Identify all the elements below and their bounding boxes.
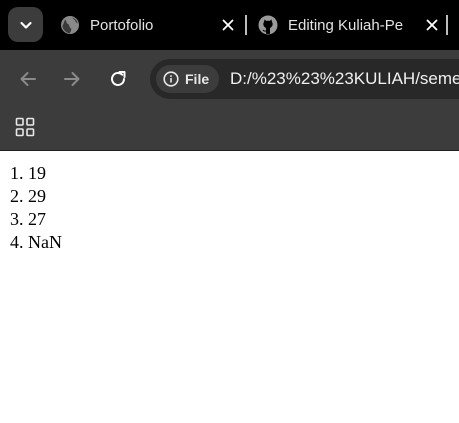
list-item-index: 2. — [10, 186, 24, 206]
tab-search-button[interactable] — [8, 7, 43, 42]
arrow-right-icon — [64, 72, 80, 86]
reload-button[interactable] — [106, 67, 130, 91]
back-button[interactable] — [16, 67, 40, 91]
results-list: 1. 19 2. 29 3. 27 4. NaN — [10, 162, 62, 254]
tab-title: Editing Kuliah-Pe — [288, 16, 404, 34]
arrow-left-icon — [20, 72, 36, 86]
tab-strip: Portofolio Editing Kuliah-Pe — [0, 0, 459, 50]
list-item-value: 19 — [28, 163, 46, 183]
bookmarks-bar — [0, 108, 459, 150]
list-item: 4. NaN — [10, 231, 62, 254]
list-item-index: 1. — [10, 163, 24, 183]
apps-button[interactable] — [14, 116, 36, 138]
list-item: 3. 27 — [10, 208, 62, 231]
tab-divider — [245, 15, 247, 35]
list-item-index: 4. — [10, 232, 24, 252]
site-chip-label: File — [185, 71, 210, 87]
github-icon — [258, 15, 278, 35]
list-item: 2. 29 — [10, 185, 62, 208]
reload-icon — [111, 71, 126, 86]
close-icon[interactable] — [424, 17, 440, 33]
list-item-value: 27 — [28, 209, 46, 229]
info-icon — [163, 71, 179, 87]
tab-portofolio[interactable]: Portofolio — [50, 0, 246, 50]
site-info-chip[interactable]: File — [156, 65, 219, 93]
globe-icon — [60, 15, 80, 35]
close-icon[interactable] — [220, 17, 236, 33]
list-item-value: 29 — [28, 186, 46, 206]
browser-window: Portofolio Editing Kuliah-Pe File D:/%23… — [0, 0, 459, 423]
address-bar[interactable]: File D:/%23%23%23KULIAH/seme — [150, 59, 459, 99]
list-item-value: NaN — [28, 232, 62, 252]
toolbar: File D:/%23%23%23KULIAH/seme — [0, 50, 459, 108]
list-item: 1. 19 — [10, 162, 62, 185]
tab-editing-kuliah[interactable]: Editing Kuliah-Pe — [248, 0, 459, 50]
apps-grid-icon — [15, 117, 35, 137]
page-content: 1. 19 2. 29 3. 27 4. NaN — [0, 150, 459, 423]
url-text[interactable]: D:/%23%23%23KULIAH/seme — [230, 69, 459, 89]
tab-title: Portofolio — [90, 16, 154, 34]
tab-divider — [446, 15, 448, 35]
list-item-index: 3. — [10, 209, 24, 229]
forward-button[interactable] — [60, 67, 84, 91]
chevron-down-icon — [19, 21, 32, 29]
